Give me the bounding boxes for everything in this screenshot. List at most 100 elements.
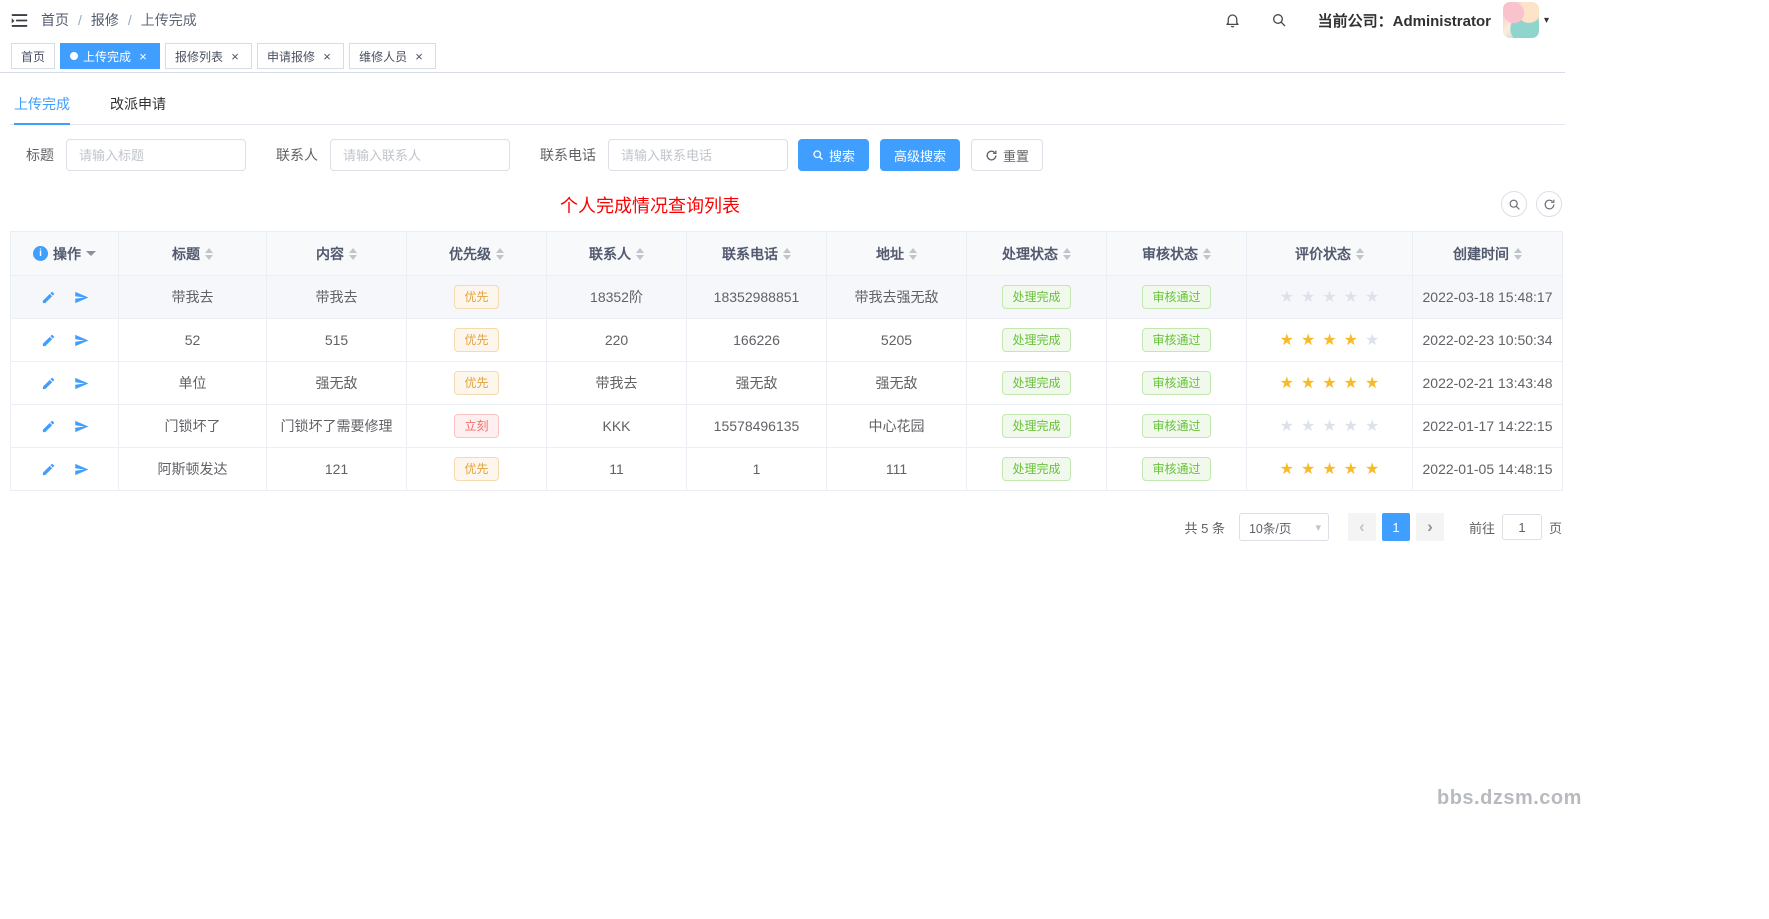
avatar-caret-icon[interactable]: ▾ bbox=[1544, 15, 1549, 26]
header-search-icon[interactable] bbox=[1256, 12, 1302, 28]
tags-view-item[interactable]: 报修列表× bbox=[165, 43, 252, 69]
star-icon: ★ bbox=[1344, 287, 1358, 307]
edit-icon[interactable] bbox=[41, 376, 56, 391]
star-icon: ★ bbox=[1280, 287, 1294, 307]
sort-icon[interactable] bbox=[909, 244, 917, 264]
user-avatar[interactable] bbox=[1503, 2, 1539, 38]
sort-icon[interactable] bbox=[1063, 244, 1071, 264]
breadcrumb: 首页 / 报修 / 上传完成 bbox=[41, 10, 197, 30]
goto-page: 前往 页 bbox=[1469, 514, 1562, 540]
column-header[interactable]: 标题 bbox=[119, 232, 267, 276]
chevron-down-icon[interactable] bbox=[86, 251, 96, 261]
tab-reassign-request[interactable]: 改派申请 bbox=[110, 83, 166, 125]
tags-view-item[interactable]: 申请报修× bbox=[257, 43, 344, 69]
tags-view-item[interactable]: 首页 bbox=[11, 43, 55, 69]
edit-icon[interactable] bbox=[41, 419, 56, 434]
priority-tag: 优先 bbox=[454, 457, 498, 481]
next-page-button[interactable]: › bbox=[1416, 513, 1444, 541]
search-button[interactable]: 搜索 bbox=[798, 139, 869, 171]
column-header[interactable]: 创建时间 bbox=[1413, 232, 1563, 276]
sort-icon[interactable] bbox=[783, 244, 791, 264]
send-icon[interactable] bbox=[74, 290, 89, 305]
pagination-total: 共 5 条 bbox=[1185, 518, 1225, 537]
sort-icon[interactable] bbox=[1514, 244, 1522, 264]
cell-title: 单位 bbox=[119, 362, 267, 405]
send-icon[interactable] bbox=[74, 419, 89, 434]
cell: 处理完成 bbox=[967, 448, 1107, 491]
breadcrumb-repair[interactable]: 报修 bbox=[91, 10, 119, 30]
sort-icon[interactable] bbox=[496, 244, 504, 264]
column-header[interactable]: 联系电话 bbox=[687, 232, 827, 276]
close-icon[interactable]: × bbox=[228, 50, 242, 63]
close-icon[interactable]: × bbox=[412, 50, 426, 63]
sort-icon[interactable] bbox=[205, 244, 213, 264]
audit-status-tag: 审核通过 bbox=[1142, 414, 1210, 438]
title-field: 标题 bbox=[26, 139, 246, 171]
goto-unit-label: 页 bbox=[1549, 518, 1562, 537]
column-header[interactable]: 内容 bbox=[267, 232, 407, 276]
send-icon[interactable] bbox=[74, 376, 89, 391]
refresh-icon bbox=[985, 149, 998, 162]
advanced-search-button[interactable]: 高级搜索 bbox=[880, 139, 960, 171]
send-icon[interactable] bbox=[74, 462, 89, 477]
star-icon: ★ bbox=[1365, 459, 1379, 479]
page-number-button[interactable]: 1 bbox=[1382, 513, 1410, 541]
edit-icon[interactable] bbox=[41, 333, 56, 348]
sort-icon[interactable] bbox=[636, 244, 644, 264]
phone-input[interactable] bbox=[608, 139, 788, 171]
table-search-toggle-button[interactable] bbox=[1501, 191, 1527, 217]
column-header[interactable]: 联系人 bbox=[547, 232, 687, 276]
cell-address: 带我去强无敌 bbox=[827, 276, 967, 319]
process-status-tag: 处理完成 bbox=[1002, 414, 1070, 438]
column-header[interactable]: 地址 bbox=[827, 232, 967, 276]
advanced-search-button-label: 高级搜索 bbox=[894, 146, 946, 165]
tags-view-item[interactable]: 上传完成× bbox=[60, 43, 160, 69]
contact-input[interactable] bbox=[330, 139, 510, 171]
data-table: i操作标题内容优先级联系人联系电话地址处理状态审核状态评价状态创建时间 带我去带… bbox=[10, 231, 1563, 491]
sidebar-toggle-icon[interactable] bbox=[0, 12, 41, 29]
prev-page-button[interactable]: ‹ bbox=[1348, 513, 1376, 541]
search-form: 标题 联系人 联系电话 搜索 高级搜索 bbox=[26, 139, 1565, 171]
sort-icon[interactable] bbox=[1203, 244, 1211, 264]
tab-upload-complete[interactable]: 上传完成 bbox=[14, 83, 70, 125]
tags-view-item[interactable]: 维修人员× bbox=[349, 43, 436, 69]
edit-icon[interactable] bbox=[41, 462, 56, 477]
title-input[interactable] bbox=[66, 139, 246, 171]
column-header[interactable]: i操作 bbox=[11, 232, 119, 276]
sort-icon[interactable] bbox=[349, 244, 357, 264]
column-label: 联系电话 bbox=[722, 244, 778, 264]
column-header[interactable]: 审核状态 bbox=[1107, 232, 1247, 276]
column-header[interactable]: 优先级 bbox=[407, 232, 547, 276]
cell-title: 阿斯顿发达 bbox=[119, 448, 267, 491]
table-refresh-button[interactable] bbox=[1536, 191, 1562, 217]
star-icon: ★ bbox=[1365, 373, 1379, 393]
cell: 处理完成 bbox=[967, 405, 1107, 448]
breadcrumb-separator: / bbox=[128, 12, 132, 28]
cell: 处理完成 bbox=[967, 276, 1107, 319]
goto-page-input[interactable] bbox=[1502, 514, 1542, 540]
breadcrumb-home[interactable]: 首页 bbox=[41, 10, 69, 30]
notification-bell-icon[interactable] bbox=[1209, 11, 1256, 29]
cell-actions bbox=[11, 405, 119, 448]
send-icon[interactable] bbox=[74, 333, 89, 348]
page-size-select[interactable]: 10条/页 ▾ bbox=[1239, 513, 1329, 541]
star-icon: ★ bbox=[1322, 330, 1336, 350]
topbar-left: 首页 / 报修 / 上传完成 bbox=[0, 10, 197, 30]
topbar: 首页 / 报修 / 上传完成 当前公司：Administrator ▾ bbox=[0, 0, 1565, 40]
cell-rating: ★★★★★ bbox=[1247, 319, 1413, 362]
reset-button[interactable]: 重置 bbox=[971, 139, 1043, 171]
star-icon: ★ bbox=[1344, 416, 1358, 436]
sort-icon[interactable] bbox=[1356, 244, 1364, 264]
table-row: 单位强无敌优先带我去强无敌强无敌处理完成审核通过★★★★★2022-02-21 … bbox=[11, 362, 1563, 405]
column-label: 创建时间 bbox=[1453, 244, 1509, 264]
edit-icon[interactable] bbox=[41, 290, 56, 305]
close-icon[interactable]: × bbox=[136, 50, 150, 63]
cell-actions bbox=[11, 276, 119, 319]
cell-address: 中心花园 bbox=[827, 405, 967, 448]
column-header[interactable]: 处理状态 bbox=[967, 232, 1107, 276]
column-label: 联系人 bbox=[589, 244, 631, 264]
column-header[interactable]: 评价状态 bbox=[1247, 232, 1413, 276]
title-label: 标题 bbox=[26, 145, 54, 165]
close-icon[interactable]: × bbox=[320, 50, 334, 63]
audit-status-tag: 审核通过 bbox=[1142, 371, 1210, 395]
